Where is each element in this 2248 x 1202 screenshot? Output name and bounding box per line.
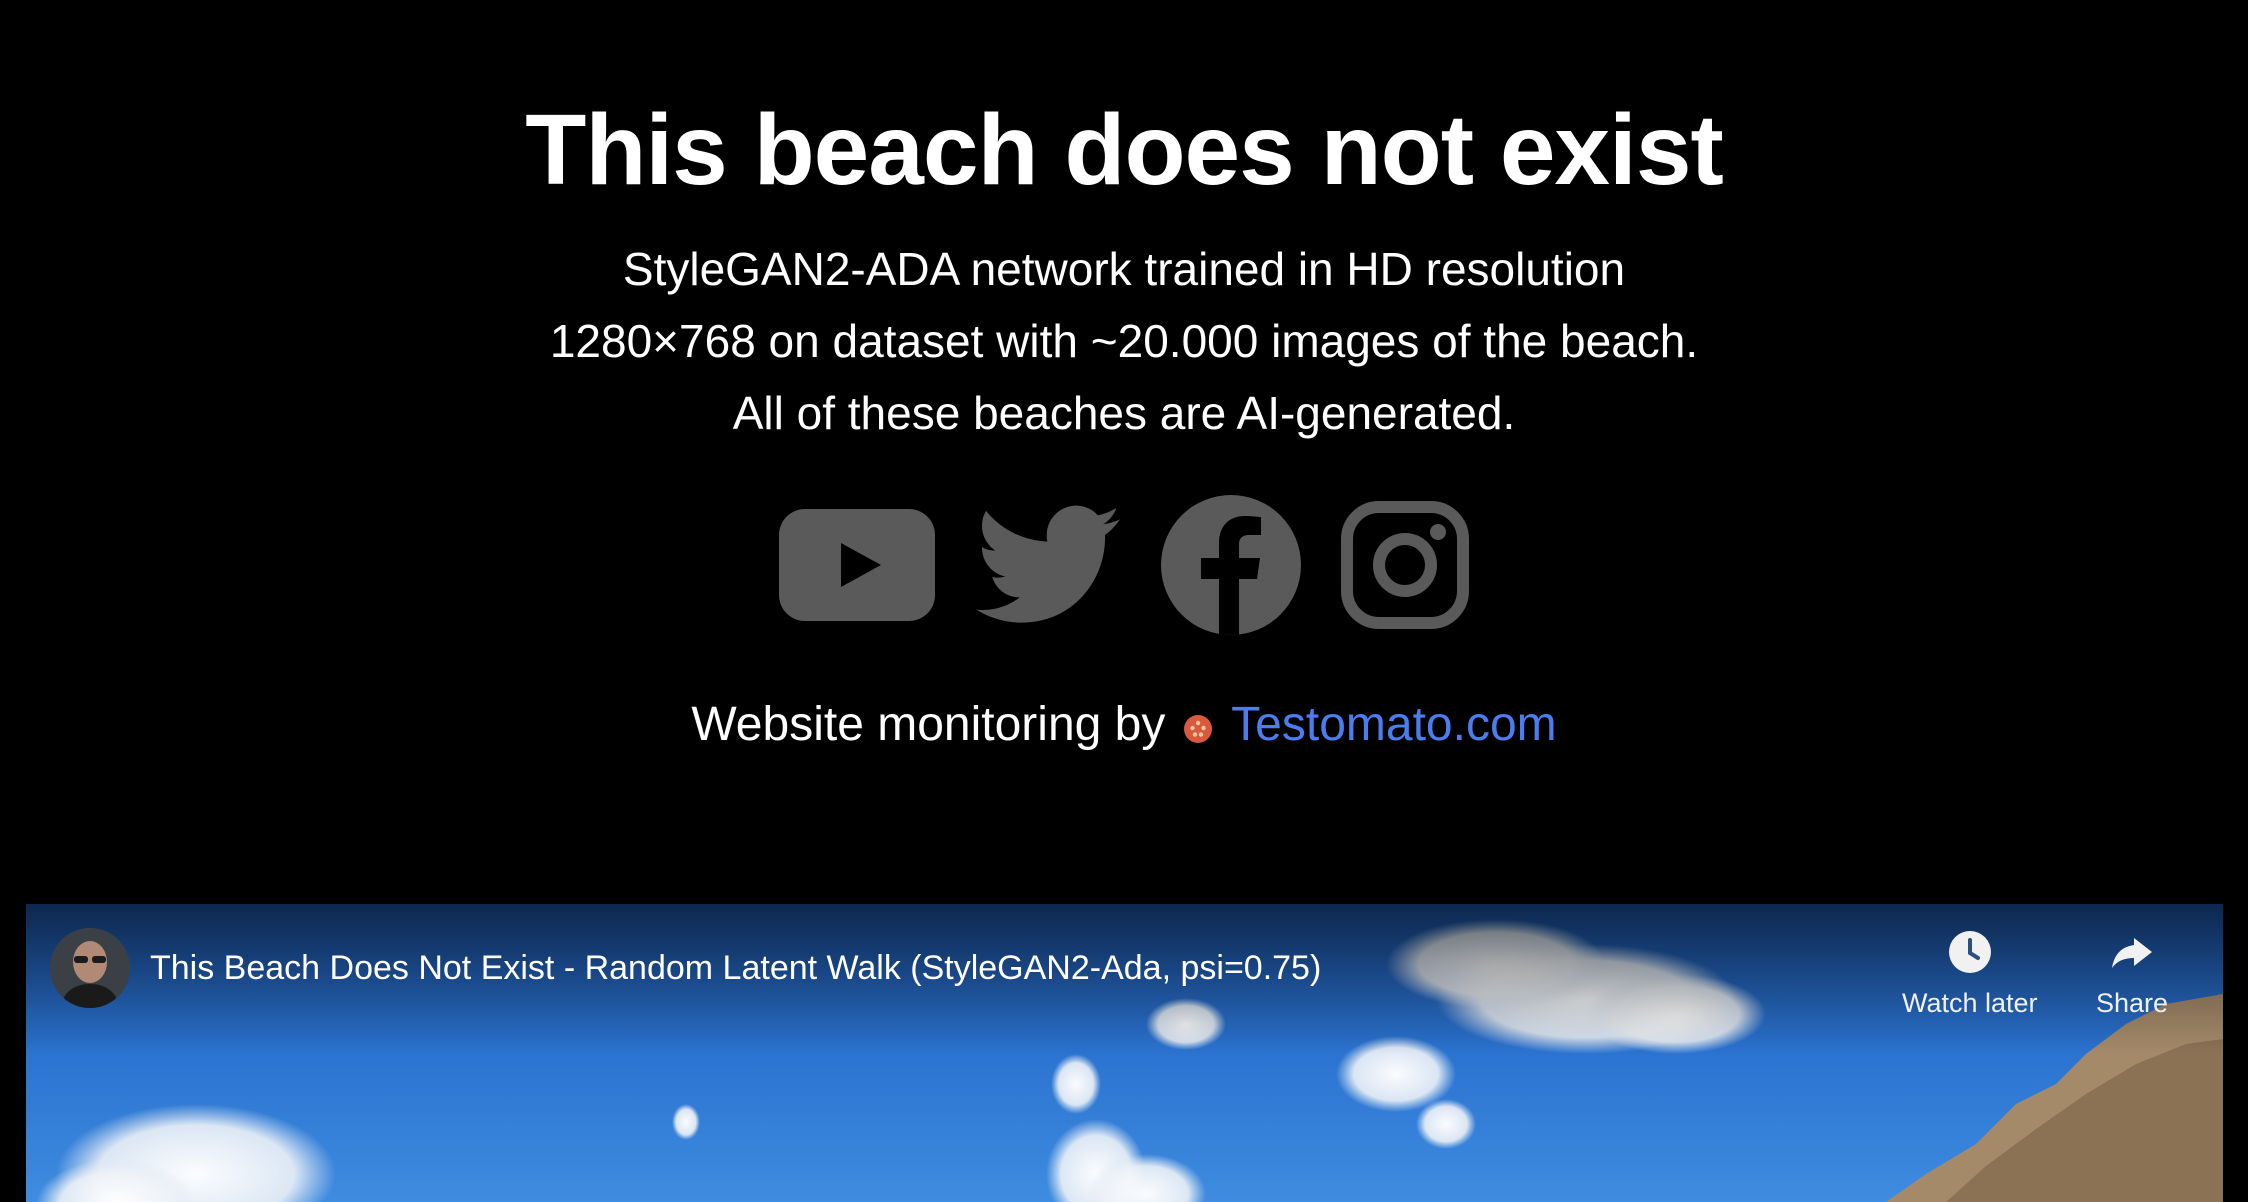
page-title: This beach does not exist: [525, 94, 1724, 206]
watch-later-label: Watch later: [1902, 988, 2038, 1018]
avatar[interactable]: [50, 928, 130, 1008]
youtube-link[interactable]: [779, 509, 935, 621]
share-label: Share: [2096, 988, 2169, 1018]
instagram-icon: [1341, 501, 1469, 629]
tomato-icon: [1183, 715, 1212, 743]
video-title[interactable]: This Beach Does Not Exist - Random Laten…: [150, 946, 1321, 990]
watch-later-button[interactable]: Watch later: [1902, 928, 2038, 1019]
page: This beach does not exist StyleGAN2-ADA …: [0, 0, 2248, 1202]
testomato-link[interactable]: Testomato.com: [1231, 698, 1556, 751]
twitter-icon: [976, 505, 1120, 623]
instagram-link[interactable]: [1341, 501, 1469, 629]
youtube-icon: [779, 509, 935, 621]
description-line-1: StyleGAN2-ADA network trained in HD reso…: [622, 243, 1626, 295]
video-embed[interactable]: This Beach Does Not Exist - Random Laten…: [26, 904, 2223, 1202]
page-description: StyleGAN2-ADA network trained in HD reso…: [0, 233, 2248, 449]
share-button[interactable]: Share: [2096, 928, 2168, 1019]
description-line-3: All of these beaches are AI-generated.: [732, 387, 1516, 439]
facebook-icon: [1161, 495, 1301, 635]
clock-icon: [1948, 931, 1991, 973]
share-icon: [2112, 938, 2153, 968]
monitoring-prefix: Website monitoring by: [691, 698, 1166, 751]
facebook-link[interactable]: [1161, 495, 1301, 635]
avatar-image: [50, 928, 130, 1008]
description-line-2: 1280×768 on dataset with ~20.000 images …: [549, 315, 1699, 367]
social-links: [0, 495, 2248, 635]
monitoring-credit: Website monitoring by Testomato.com: [0, 690, 2248, 760]
twitter-link[interactable]: [975, 505, 1121, 625]
